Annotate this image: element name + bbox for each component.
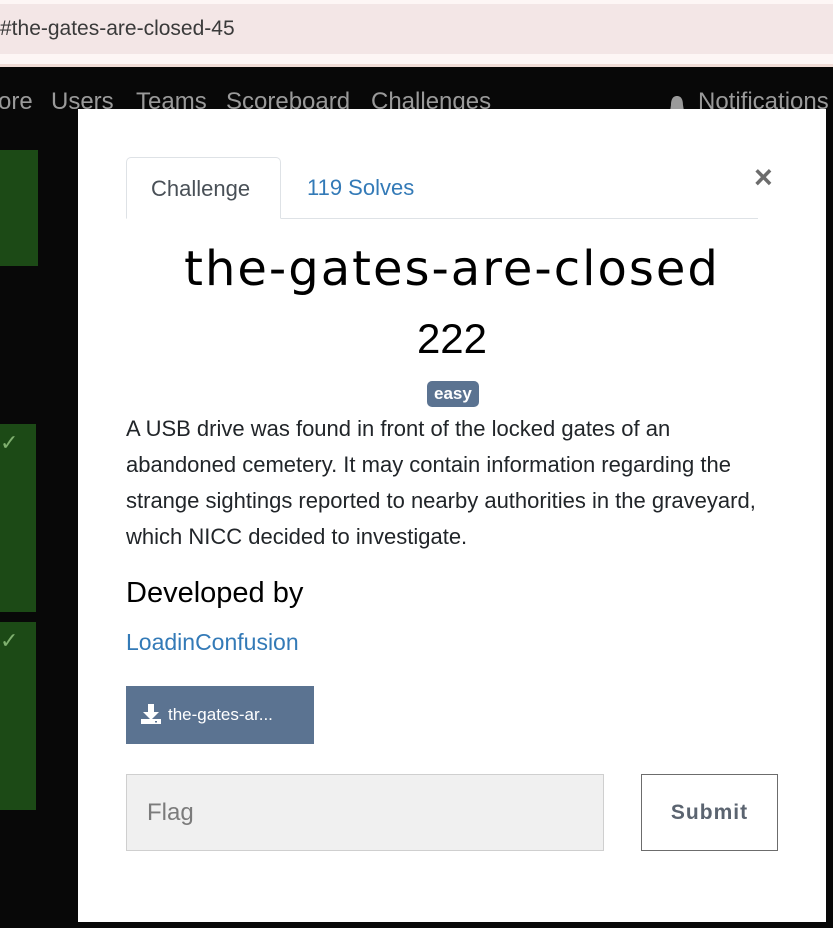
challenge-title: the-gates-are-closed	[184, 241, 720, 297]
developed-by-heading: Developed by	[126, 577, 304, 609]
modal-tabs: Challenge 119 Solves	[126, 157, 758, 219]
check-icon: ✓	[0, 430, 19, 455]
download-file-button[interactable]: the-gates-ar...	[126, 686, 314, 744]
address-bar-text: #the-gates-are-closed-45	[0, 17, 235, 40]
challenge-card[interactable]	[0, 150, 38, 266]
flag-input[interactable]	[126, 774, 604, 851]
challenge-points: 222	[416, 315, 488, 362]
tab-challenge[interactable]: Challenge	[126, 157, 281, 219]
address-bar[interactable]: #the-gates-are-closed-45	[0, 4, 833, 54]
challenge-modal: Challenge 119 Solves × the-gates-are-clo…	[78, 109, 826, 922]
check-icon: ✓	[0, 628, 19, 653]
challenge-description: A USB drive was found in front of the lo…	[126, 416, 756, 549]
close-icon[interactable]: ×	[754, 159, 773, 196]
download-file-label: the-gates-ar...	[168, 705, 273, 724]
nav-item-more[interactable]: ore	[0, 88, 33, 116]
submit-button[interactable]: Submit	[641, 774, 778, 851]
tab-solves[interactable]: 119 Solves	[283, 157, 438, 217]
difficulty-badge: easy	[427, 381, 479, 407]
developer-link[interactable]: LoadinConfusion	[126, 629, 299, 656]
download-icon	[141, 703, 161, 724]
